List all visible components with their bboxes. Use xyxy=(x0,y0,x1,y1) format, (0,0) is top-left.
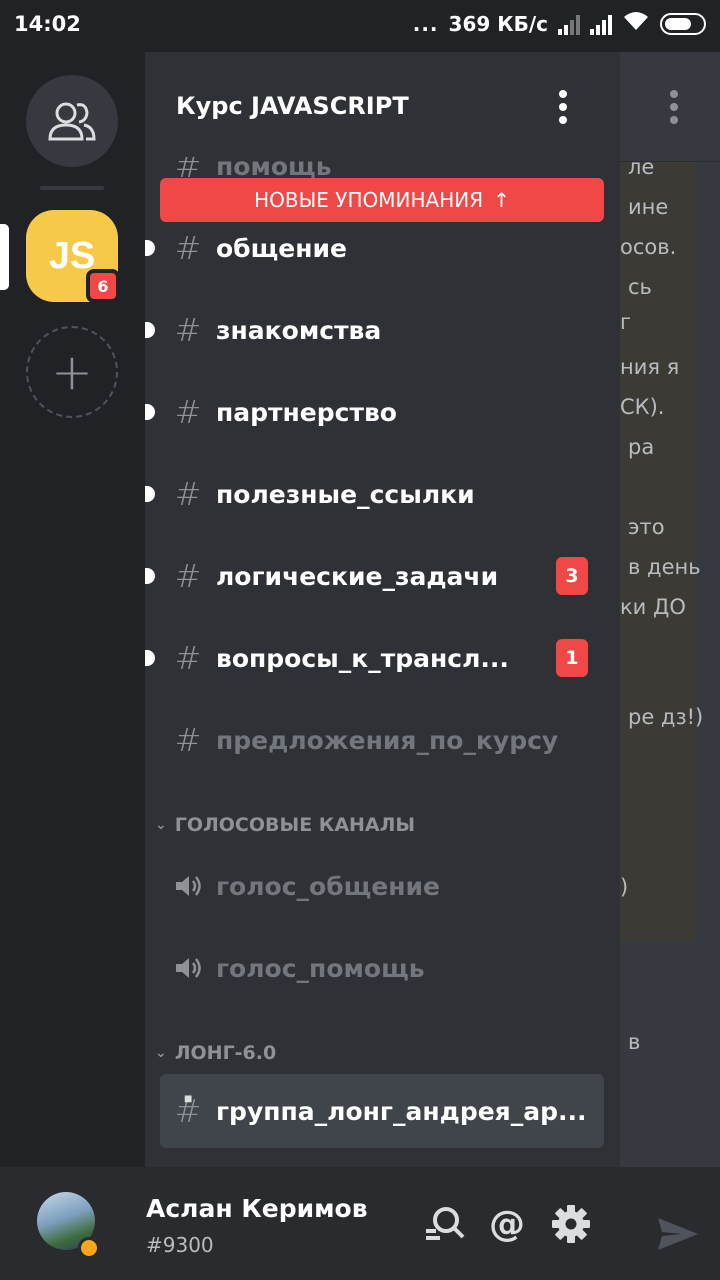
category-title: ЛОНГ-6.0 xyxy=(174,1042,277,1064)
hash-icon: # xyxy=(174,639,202,677)
user-bar: Аслан Керимов #9300 @ xyxy=(0,1167,720,1280)
channel-name: полезные_ссылки xyxy=(216,479,475,509)
server-mention-badge: 6 xyxy=(86,269,120,303)
chat-text-fragment: ра xyxy=(628,435,655,459)
server-name[interactable]: Курс JAVASCRIPT xyxy=(176,92,409,120)
status-time: 14:02 xyxy=(14,12,81,36)
mention-count-badge: 3 xyxy=(556,557,588,595)
unread-indicator xyxy=(145,650,155,666)
chat-header xyxy=(620,52,720,162)
settings-button[interactable] xyxy=(550,1203,592,1245)
unread-indicator xyxy=(145,404,155,420)
hash-icon: # xyxy=(174,721,202,759)
chat-text-fragment: ки ДО xyxy=(620,595,686,619)
battery-icon xyxy=(660,12,706,35)
chat-background: ле ине осов. сь г ния я СК). ра это в день ки ДО ре… xyxy=(620,52,720,1167)
category-title: ГОЛОСОВЫЕ КАНАЛЫ xyxy=(174,814,416,836)
channel-item[interactable]: # вопросы_к_трансл... 1 xyxy=(145,626,604,690)
chat-text-fragment: г xyxy=(620,310,632,334)
channel-name: голос_общение xyxy=(216,871,441,901)
add-server-button[interactable]: + xyxy=(26,326,118,418)
chat-text-fragment: ле xyxy=(628,155,655,179)
unread-indicator xyxy=(145,486,155,502)
channel-item[interactable]: # логические_задачи 3 xyxy=(145,544,604,608)
chat-text-fragment: ) xyxy=(620,875,629,899)
unread-indicator xyxy=(145,240,155,256)
channel-locked-selected[interactable]: # ■ группа_лонг_андрея_ар... xyxy=(160,1074,604,1148)
channel-name: партнерство xyxy=(216,397,397,427)
hash-icon: # xyxy=(174,475,202,513)
chat-menu-icon[interactable] xyxy=(670,90,678,129)
unread-indicator xyxy=(145,568,155,584)
speaker-icon xyxy=(160,873,216,899)
chevron-down-icon: ⌄ xyxy=(155,1045,167,1061)
user-name: Аслан Керимов xyxy=(146,1194,368,1223)
at-icon: @ xyxy=(489,1203,525,1245)
chat-text-fragment: ре дз!) xyxy=(628,705,704,729)
user-tag: #9300 xyxy=(146,1233,214,1257)
direct-messages-button[interactable] xyxy=(26,75,118,167)
selected-server-indicator xyxy=(0,224,9,290)
wifi-icon xyxy=(622,10,650,37)
channel-item[interactable]: # партнерство xyxy=(145,380,604,444)
unread-indicator xyxy=(145,322,155,338)
channel-item[interactable]: # предложения_по_курсу xyxy=(160,708,604,772)
server-menu-icon[interactable] xyxy=(559,90,567,129)
mentions-button[interactable]: @ xyxy=(486,1203,528,1245)
channel-panel: Курс JAVASCRIPT # помощь НОВЫЕ УПОМИНАНИ… xyxy=(145,52,620,1167)
friends-icon xyxy=(48,102,96,141)
hash-icon: # xyxy=(174,311,202,349)
send-icon[interactable] xyxy=(654,1214,702,1258)
hash-icon: # xyxy=(174,393,202,431)
channel-item[interactable]: # общение xyxy=(145,216,604,280)
voice-channel-item[interactable]: голос_общение xyxy=(160,854,604,918)
signal-icon-2 xyxy=(590,13,612,35)
chat-text-fragment: в день xyxy=(628,555,701,579)
chat-text-fragment: ине xyxy=(628,195,669,219)
channel-item[interactable]: # полезные_ссылки xyxy=(145,462,604,526)
channel-name: голос_помощь xyxy=(216,953,425,983)
hash-icon: # xyxy=(174,229,202,267)
channel-name: вопросы_к_трансл... xyxy=(216,643,509,673)
search-button[interactable] xyxy=(424,1203,466,1245)
lock-icon: ■ xyxy=(184,1091,193,1107)
status-idle-indicator xyxy=(78,1237,100,1259)
voice-channel-item[interactable]: голос_помощь xyxy=(160,936,604,1000)
network-speed: 369 КБ/с xyxy=(448,11,548,36)
notification-dots: ... xyxy=(412,11,439,36)
chat-text-fragment: осов. xyxy=(620,235,677,259)
chat-text-fragment: в xyxy=(628,1030,641,1054)
chevron-down-icon: ⌄ xyxy=(155,817,167,833)
status-icons: ... 369 КБ/с xyxy=(413,10,706,37)
channel-name: знакомства xyxy=(216,315,382,345)
arrow-up-icon: ↑ xyxy=(493,188,510,212)
mention-count-badge: 1 xyxy=(556,639,588,677)
speaker-icon xyxy=(160,955,216,981)
search-icon xyxy=(426,1207,465,1240)
category-long[interactable]: ⌄ ЛОНГ-6.0 xyxy=(155,1042,276,1064)
locked-hash-icon: # ■ xyxy=(174,1091,202,1130)
category-voice[interactable]: ⌄ ГОЛОСОВЫЕ КАНАЛЫ xyxy=(155,814,415,836)
chat-text-fragment: сь xyxy=(628,275,652,299)
server-rail: JS 6 + xyxy=(0,52,145,1167)
channel-name: группа_лонг_андрея_ар... xyxy=(216,1096,587,1126)
panel-header: Курс JAVASCRIPT xyxy=(145,52,620,157)
mentions-label: НОВЫЕ УПОМИНАНИЯ xyxy=(254,188,484,212)
rail-divider xyxy=(40,186,104,190)
channel-name: общение xyxy=(216,233,347,263)
chat-text-fragment: ния я xyxy=(620,355,680,379)
chat-text-fragment: СК). xyxy=(620,395,665,419)
status-bar: 14:02 ... 369 КБ/с xyxy=(0,0,720,52)
channel-name: логические_задачи xyxy=(216,561,499,591)
new-mentions-banner[interactable]: НОВЫЕ УПОМИНАНИЯ ↑ xyxy=(160,178,604,222)
chat-text-fragment: это xyxy=(628,515,665,539)
channel-name: предложения_по_курсу xyxy=(216,725,559,755)
plus-icon: + xyxy=(51,343,93,401)
gear-icon xyxy=(552,1205,590,1243)
channel-item[interactable]: # знакомства xyxy=(145,298,604,362)
hash-icon: # xyxy=(174,557,202,595)
signal-icon xyxy=(558,13,580,35)
